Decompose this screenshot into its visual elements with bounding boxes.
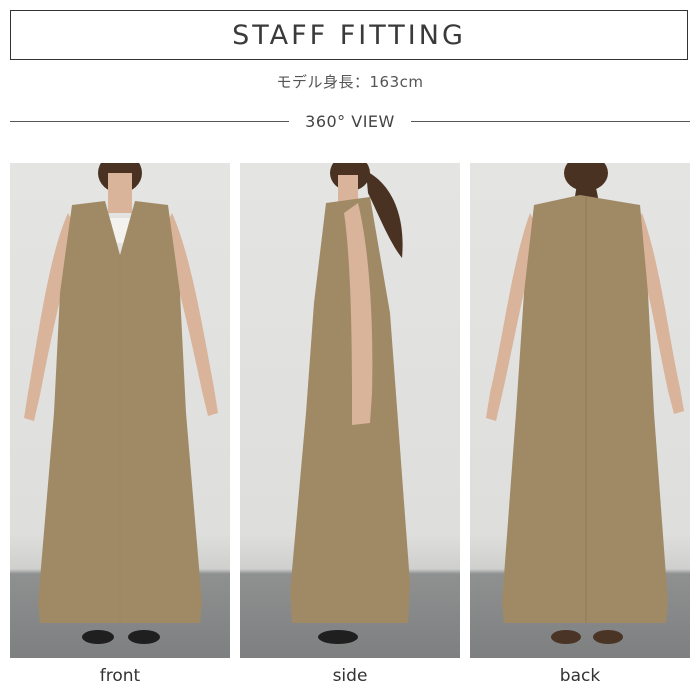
caption-back: back — [559, 666, 601, 686]
view-label: 360° VIEW — [305, 111, 395, 131]
model-height-text: モデル身長：163cm — [276, 73, 424, 91]
view-divider: 360° VIEW — [10, 110, 690, 132]
caption-side: side — [332, 666, 368, 686]
photo-back — [470, 163, 690, 658]
title-box: STAFF FITTING — [10, 10, 688, 60]
caption-front: front — [99, 666, 141, 686]
side-figure-illustration — [290, 163, 410, 644]
divider-line-left — [10, 120, 290, 122]
front-figure-illustration — [24, 163, 218, 644]
photo-front — [10, 163, 230, 658]
page-title: STAFF FITTING — [232, 19, 466, 51]
photo-side — [240, 163, 460, 658]
back-figure-illustration — [486, 163, 684, 644]
divider-line-right — [410, 120, 690, 122]
